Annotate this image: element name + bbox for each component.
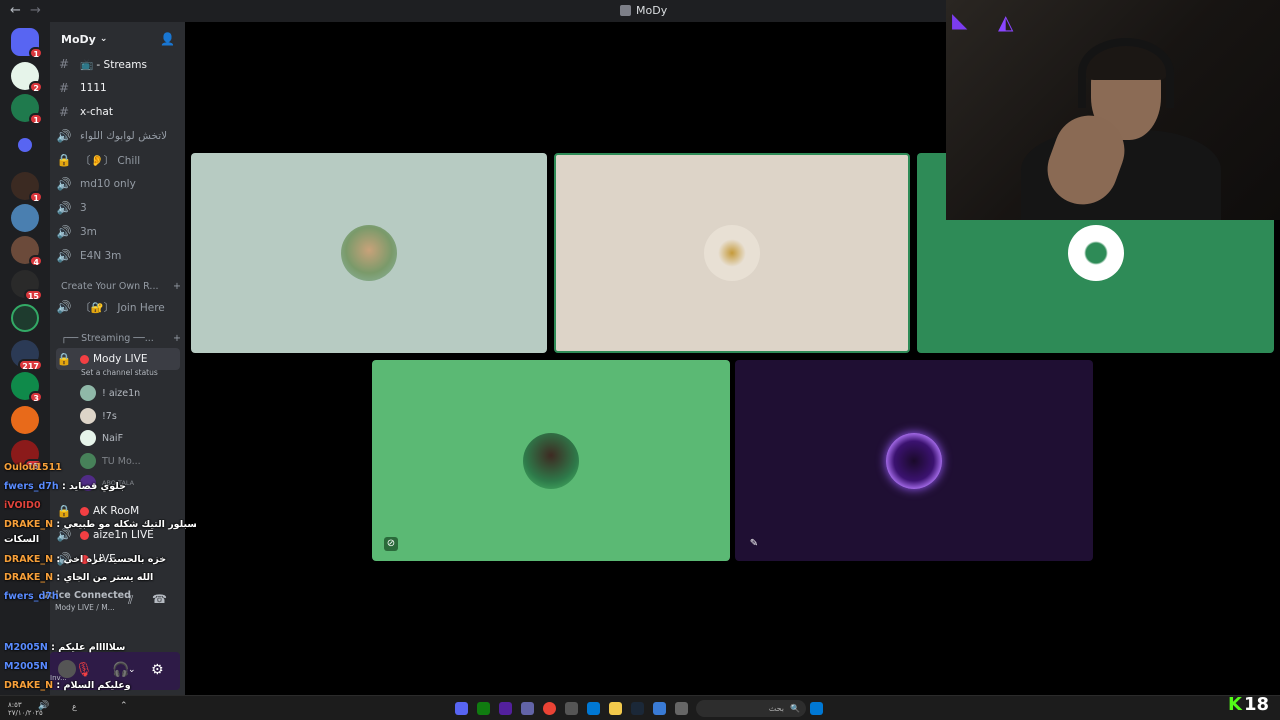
speaker-icon: 🔊 <box>56 300 72 314</box>
server-icon <box>620 5 631 16</box>
task-view-icon[interactable] <box>675 702 688 715</box>
speaker-icon: 🔊 <box>56 177 72 191</box>
chat-message: DRAKE_N : وعليكم السلام <box>4 680 131 691</box>
file-explorer-icon[interactable] <box>609 702 622 715</box>
app-icon[interactable] <box>499 702 512 715</box>
hash-icon: # <box>58 57 70 71</box>
speaker-icon: 🔊 <box>56 249 72 263</box>
chat-message: fwers_d7h <box>4 591 59 602</box>
participant-avatar <box>1067 225 1124 281</box>
kick-logo-icon: K <box>1228 694 1242 715</box>
chat-message: fwers_d7h : جلوي قصايد <box>4 481 126 492</box>
channel-item[interactable]: # 📺 - Streams <box>56 53 180 75</box>
participant-avatar <box>886 432 942 489</box>
chrome-app-icon[interactable] <box>543 702 556 715</box>
server-icon-orange[interactable] <box>11 406 39 434</box>
channel-item[interactable]: #1111 <box>56 77 180 99</box>
server-icon-figure[interactable]: 15 <box>11 270 43 301</box>
back-arrow-icon[interactable]: ← <box>10 3 21 18</box>
logo-icon: ◣ <box>952 8 968 32</box>
chevron-down-icon: ⌄ <box>99 34 108 44</box>
voice-user[interactable]: ! aize1n <box>80 382 180 404</box>
app-icon[interactable] <box>653 702 666 715</box>
tray-chevron-icon[interactable]: ⌃ <box>120 701 128 711</box>
store-app-icon[interactable] <box>587 702 600 715</box>
voice-channel-item[interactable]: 🔊 لاتخش لوابوك اللواء <box>56 125 180 147</box>
search-icon: 🔍 <box>790 704 800 713</box>
hash-icon: # <box>58 81 70 95</box>
taskbar: ٨:٥٣ ٢٧/١٠/٢٠٢٥ 🔊 ع ⌃ بحث 🔍 <box>0 695 1280 720</box>
server-icon-people[interactable]: 4 <box>11 236 43 267</box>
screen-off-icon: ⊘ <box>384 537 398 551</box>
participant-avatar <box>341 225 397 281</box>
participant-avatar <box>523 432 579 489</box>
speaker-icon: 🔊 <box>56 225 72 239</box>
volume-icon[interactable]: 🔊 <box>38 701 49 711</box>
discord-app-icon[interactable] <box>455 702 468 715</box>
webcam-overlay: ◣ ◭ <box>946 0 1280 220</box>
avatar <box>80 408 96 424</box>
lock-icon: 🔒 <box>56 153 72 167</box>
logo-icon: ◭ <box>998 10 1014 34</box>
server-icon-palm[interactable]: 2 <box>11 62 43 93</box>
viewer-count-overlay: K 18 <box>1228 694 1270 715</box>
category-streaming[interactable]: ┌── Streaming ──... + <box>61 333 181 344</box>
channel-item[interactable]: # x-chat <box>56 101 180 123</box>
participant-tile[interactable] <box>191 153 547 353</box>
lock-icon: 🔒 <box>56 352 72 366</box>
category-create[interactable]: Create Your Own R... + <box>61 281 181 292</box>
participant-tile[interactable]: ⊘ <box>372 360 730 561</box>
plus-icon[interactable]: + <box>173 281 181 292</box>
language-icon[interactable]: ع <box>72 702 77 711</box>
chat-message: M2005N <box>4 661 48 672</box>
hash-icon: # <box>58 105 70 119</box>
server-icon-emblem[interactable] <box>11 304 39 332</box>
app-icon[interactable] <box>565 702 578 715</box>
voice-channel-item[interactable]: 🔊 E4N 3m <box>56 245 180 267</box>
search-box[interactable]: بحث 🔍 <box>696 700 806 717</box>
voice-user[interactable]: NaiF <box>80 427 180 449</box>
live-channel[interactable]: 🔒 Mody LIVE <box>56 348 180 370</box>
chat-message: DRAKE_N : خزه بالحسيد عره اخي <box>4 554 167 565</box>
discord-home-icon[interactable]: 1 <box>11 28 43 59</box>
forward-arrow-icon[interactable]: → <box>30 3 41 18</box>
add-member-icon[interactable]: 👤 <box>160 32 175 46</box>
folder-icon[interactable] <box>18 138 32 152</box>
participant-tile[interactable] <box>554 153 910 353</box>
live-dot-icon <box>80 354 89 364</box>
voice-channel-item[interactable]: 🔊 3 <box>56 197 180 219</box>
channel-status[interactable]: Set a channel status <box>81 368 158 377</box>
voice-channel-item[interactable]: 🔊 3m <box>56 221 180 243</box>
window-title: MoDy <box>620 4 667 17</box>
server-icon-photo[interactable] <box>11 204 39 232</box>
avatar <box>80 385 96 401</box>
chat-message: DRAKE_N : هذا الكسبلور التيك شكله مو طبي… <box>4 519 196 530</box>
mic-muted-icon: ✎ <box>749 538 759 549</box>
chat-message: Oulou1511 <box>4 462 62 473</box>
voice-channel-item[interactable]: 🔊 md10 only <box>56 173 180 195</box>
xbox-app-icon[interactable] <box>477 702 490 715</box>
plus-icon[interactable]: + <box>173 333 181 344</box>
steam-app-icon[interactable] <box>631 702 644 715</box>
server-icon-dark[interactable]: 1 <box>11 172 43 203</box>
speaker-icon: 🔊 <box>56 201 72 215</box>
voice-channel-item[interactable]: 🔒 〔👂〕 Chill <box>56 149 180 171</box>
server-icon-ball[interactable]: 3 <box>11 372 43 403</box>
voice-channel-item[interactable]: 🔊 〔🔐〕 Join Here <box>56 296 180 318</box>
voice-user[interactable]: !7s <box>80 405 180 427</box>
chat-message: iVOID0 <box>4 500 41 511</box>
participant-avatar <box>704 225 760 281</box>
server-header[interactable]: MoDy ⌄ 👤 <box>50 22 185 56</box>
start-button-icon[interactable] <box>810 702 823 715</box>
chat-message: DRAKE_N : الله يستر من الجاي <box>4 572 154 583</box>
chat-message: السكات <box>4 534 40 545</box>
participant-tile[interactable]: ✎ <box>735 360 1093 561</box>
avatar <box>80 430 96 446</box>
speaker-icon: 🔊 <box>56 129 72 143</box>
server-icon-green[interactable]: 1 <box>11 94 43 125</box>
chat-message: M2005N : سلااااام عليكم <box>4 642 126 653</box>
server-icon-blue[interactable]: 217 <box>11 340 43 371</box>
teams-app-icon[interactable] <box>521 702 534 715</box>
stream-chat-overlay: Oulou1511 fwers_d7h : جلوي قصايد iVOID0 … <box>0 458 200 695</box>
